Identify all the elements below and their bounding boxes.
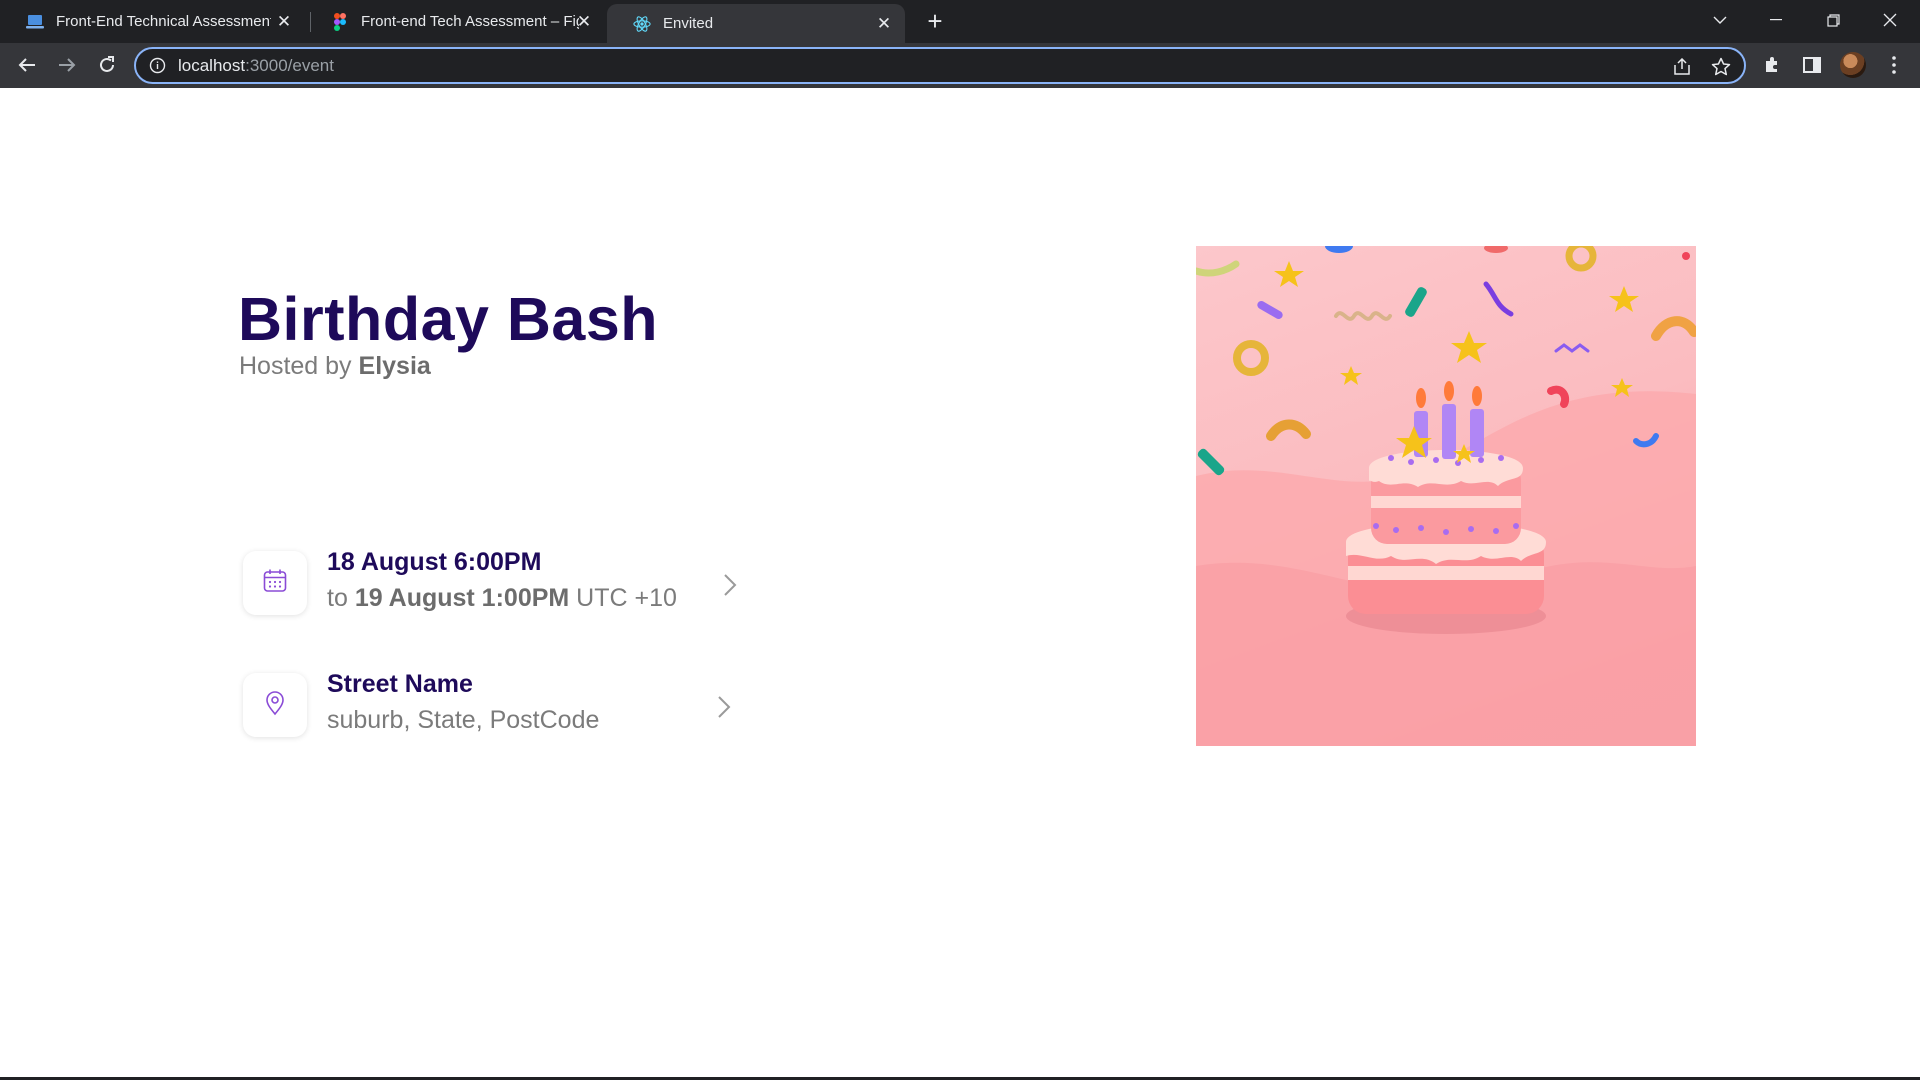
location-pin-icon xyxy=(264,690,286,721)
tab-title: Front-End Technical Assessment xyxy=(56,13,271,30)
location-street: Street Name xyxy=(327,670,473,698)
site-info-icon[interactable] xyxy=(149,57,166,74)
event-title: Birthday Bash xyxy=(238,285,659,353)
close-icon[interactable]: ✕ xyxy=(275,12,293,31)
calendar-icon-box xyxy=(243,551,307,615)
event-start: 18 August 6:00PM xyxy=(327,548,542,576)
tab-search-icon[interactable] xyxy=(1692,0,1748,40)
url-text: localhost:3000/event xyxy=(178,56,334,76)
profile-avatar[interactable] xyxy=(1839,51,1867,79)
tab-title: Front-end Tech Assessment – Figma xyxy=(361,13,579,30)
event-end: to 19 August 1:00PM UTC +10 xyxy=(327,584,677,613)
location-details: suburb, State, PostCode xyxy=(327,706,600,734)
chevron-right-icon[interactable] xyxy=(717,695,731,719)
laptop-icon xyxy=(26,13,44,31)
timezone: UTC +10 xyxy=(576,584,677,612)
close-icon[interactable]: ✕ xyxy=(875,14,893,33)
location-icon-box xyxy=(243,673,307,737)
event-location-row[interactable]: Street Name suburb, State, PostCode xyxy=(243,670,747,739)
back-icon[interactable] xyxy=(11,49,43,81)
browser-tab-3[interactable]: Envited ✕ xyxy=(607,4,905,43)
calendar-icon xyxy=(262,568,288,599)
close-icon[interactable]: ✕ xyxy=(575,12,593,31)
host-name: Elysia xyxy=(358,352,431,380)
hosted-by: Hosted by Elysia xyxy=(239,352,431,381)
restore-icon[interactable] xyxy=(1805,0,1861,40)
browser-tab-2[interactable]: Front-end Tech Assessment – Figma ✕ xyxy=(305,0,605,43)
menu-kebab-icon[interactable] xyxy=(1880,51,1908,79)
forward-icon[interactable] xyxy=(51,49,83,81)
address-bar[interactable]: localhost:3000/event xyxy=(134,47,1746,84)
avatar xyxy=(1840,52,1866,78)
url-host: localhost xyxy=(178,56,246,75)
hosted-prefix: Hosted by xyxy=(239,352,352,380)
figma-icon xyxy=(331,12,349,31)
chevron-right-icon[interactable] xyxy=(723,573,737,597)
browser-tab-1[interactable]: Front-End Technical Assessment ✕ xyxy=(0,0,305,43)
browser-tab-bar: Front-End Technical Assessment ✕ Front-e… xyxy=(0,0,1920,43)
share-icon[interactable] xyxy=(1671,56,1693,78)
side-panel-icon[interactable] xyxy=(1798,51,1826,79)
url-path: :3000/event xyxy=(245,56,334,75)
extensions-puzzle-icon[interactable] xyxy=(1758,51,1786,79)
react-icon xyxy=(633,15,651,33)
new-tab-button[interactable]: + xyxy=(922,8,948,35)
end-time: 19 August 1:00PM xyxy=(354,584,570,612)
event-date-row[interactable]: 18 August 6:00PM to 19 August 1:00PM UTC… xyxy=(243,548,747,617)
birthday-cake-image xyxy=(1196,246,1696,746)
reload-icon[interactable] xyxy=(91,49,123,81)
browser-toolbar: localhost:3000/event xyxy=(0,43,1920,88)
bookmark-star-icon[interactable] xyxy=(1710,56,1732,78)
window-close-icon[interactable] xyxy=(1862,0,1918,40)
to-prefix: to xyxy=(327,584,348,612)
tab-title: Envited xyxy=(663,15,714,32)
minimize-icon[interactable] xyxy=(1748,0,1804,40)
